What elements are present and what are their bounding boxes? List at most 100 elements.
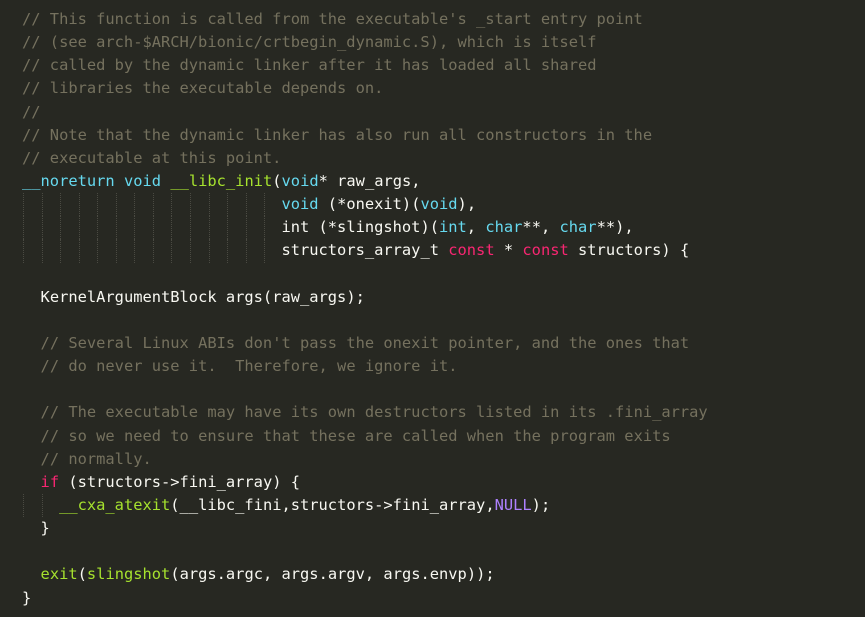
code-token: // do never use it. Therefore, we ignore… [40, 357, 458, 376]
indent-guide [115, 216, 117, 240]
code-token: (*onexit)( [318, 195, 421, 214]
indent-guide [23, 239, 24, 263]
indent-guide [23, 193, 24, 217]
indent-guide [97, 193, 99, 217]
code-token: // so we need to ensure that these are c… [40, 426, 671, 445]
code-token: ( [272, 171, 282, 190]
indent-guide [134, 216, 136, 240]
code-line: KernelArgumentBlock args(raw_args); [22, 286, 865, 309]
code-token: ); [531, 495, 551, 514]
code-line: __noreturn void __libc_init(void* raw_ar… [22, 170, 865, 193]
code-token: * raw_args, [318, 171, 421, 190]
code-token: * [494, 241, 523, 260]
code-token: char [485, 218, 523, 237]
indent-guide [208, 193, 210, 217]
indent-guide [41, 493, 43, 518]
code-token: // Note that the dynamic linker has also… [22, 125, 653, 144]
indent-guide [134, 239, 136, 263]
indent-guide [171, 216, 173, 240]
code-line: void (*onexit)(void), [22, 193, 865, 217]
code-line: } [22, 517, 865, 540]
indent-guide [208, 239, 210, 263]
indent-guide [152, 239, 154, 263]
indent-guide [171, 239, 173, 263]
code-line: // normally. [22, 448, 865, 471]
code-token: } [22, 588, 32, 607]
code-line: } [22, 587, 865, 610]
indent-guide [134, 193, 136, 217]
code-token: __cxa_atexit [59, 495, 171, 514]
code-token: // [22, 102, 41, 121]
code-token: // normally. [40, 449, 152, 468]
code-token: const [522, 241, 569, 260]
indent-guide [60, 216, 62, 240]
code-line: // libraries the executable depends on. [22, 77, 865, 100]
indent-guide [115, 239, 117, 263]
code-token: void [420, 195, 458, 214]
indent-guide [97, 216, 99, 240]
code-token: // libraries the executable depends on. [22, 79, 384, 98]
code-token: structors_array_t [281, 241, 449, 260]
code-line: int (*slingshot)(int, char**, char**), [22, 216, 865, 240]
code-token: (__libc_fini,structors->fini_array, [170, 495, 495, 514]
code-editor[interactable]: // This function is called from the exec… [0, 0, 865, 617]
code-token: exit [40, 565, 78, 584]
indent-guide [245, 216, 247, 240]
code-token: KernelArgumentBlock args(raw_args); [40, 287, 365, 306]
code-token: // This function is called from the exec… [22, 10, 643, 28]
code-token: // (see arch-$ARCH/bionic/crtbegin_dynam… [22, 33, 597, 52]
indent-guide [190, 239, 192, 263]
indent-guide [78, 216, 80, 240]
code-token: **), [596, 218, 634, 237]
indent-guide [41, 193, 43, 217]
indent-guide [264, 216, 266, 240]
indent-guide [227, 216, 229, 240]
code-line: // The executable may have its own destr… [22, 401, 865, 424]
code-token: const [448, 241, 495, 260]
indent-guide [245, 239, 247, 263]
code-line: // executable at this point. [22, 147, 865, 170]
code-line: // so we need to ensure that these are c… [22, 425, 865, 448]
code-line: exit(slingshot(args.argc, args.argv, arg… [22, 563, 865, 586]
code-line: // This function is called from the exec… [22, 8, 865, 31]
code-token: int [438, 218, 467, 237]
indent-guide [60, 239, 62, 263]
code-token: int (*slingshot)( [281, 218, 439, 237]
indent-guide [264, 193, 266, 217]
code-line: if (structors->fini_array) { [22, 471, 865, 494]
code-line: structors_array_t const * const structor… [22, 239, 865, 263]
indent-guide [97, 239, 99, 263]
code-token: void [281, 171, 319, 190]
code-token: } [40, 519, 50, 538]
code-token: // executable at this point. [22, 148, 282, 167]
code-token: (structors->fini_array) { [59, 472, 301, 491]
code-token: if [40, 472, 60, 491]
code-token: slingshot [86, 565, 171, 584]
indent-guide [190, 193, 192, 217]
code-token: void [123, 171, 162, 190]
indent-guide [171, 193, 173, 217]
code-line: __cxa_atexit(__libc_fini,structors->fini… [22, 493, 865, 518]
indent-guide [23, 216, 24, 240]
code-line: // do never use it. Therefore, we ignore… [22, 355, 865, 378]
indent-guide [227, 239, 229, 263]
code-line: // Several Linux ABIs don't pass the one… [22, 332, 865, 355]
indent-guide [115, 193, 117, 217]
code-line: // (see arch-$ARCH/bionic/crtbegin_dynam… [22, 31, 865, 54]
code-token: , [466, 218, 486, 237]
indent-guide [78, 239, 80, 263]
code-token: ), [457, 195, 477, 214]
